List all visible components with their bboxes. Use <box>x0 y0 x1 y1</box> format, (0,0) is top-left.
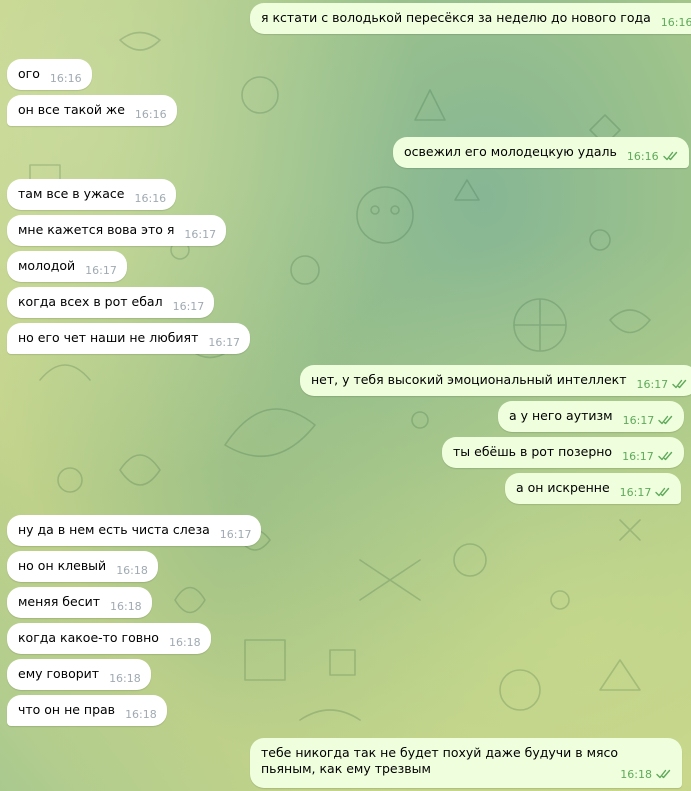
message-bubble-incoming[interactable]: когда всех в рот ебал 16:17 <box>7 287 215 318</box>
message-meta: 16:16 <box>627 151 679 163</box>
message-bubble-outgoing[interactable]: а он искренне 16:17 <box>505 473 682 504</box>
message-bubble-incoming[interactable]: мне кажется вова это я 16:17 <box>7 215 227 246</box>
message-time: 16:18 <box>109 672 141 685</box>
message-time: 16:16 <box>49 72 82 85</box>
message-bubble-incoming[interactable]: там все в ужасе 16:16 <box>7 179 177 210</box>
message-meta: 16:17 <box>636 379 688 391</box>
message-text: он все такой же <box>18 102 125 117</box>
message-bubble-outgoing[interactable]: освежил его молодецкую удаль 16:16 <box>393 137 689 168</box>
message-text: освежил его молодецкую удаль <box>404 144 617 159</box>
message-bubble-outgoing[interactable]: ты ебёшь в рот позерно 16:17 <box>442 437 684 468</box>
message-meta: 16:16 <box>135 109 167 121</box>
message-text: там все в ужасе <box>18 186 125 201</box>
message-time: 16:18 <box>109 600 142 613</box>
message-meta: 16:18 <box>116 565 148 577</box>
message-bubble-outgoing[interactable]: нет, у тебя высокий эмоциональный интелл… <box>300 365 691 396</box>
message-meta: 16:17 <box>220 529 252 541</box>
message-meta: 16:18 <box>125 709 157 721</box>
message-time: 16:17 <box>636 378 669 391</box>
message-time: 16:17 <box>172 300 205 313</box>
double-check-icon <box>655 487 670 497</box>
message-time: 16:16 <box>134 108 167 121</box>
message-meta: 16:17 <box>85 265 117 277</box>
double-check-icon <box>656 769 671 779</box>
message-time: 16:16 <box>660 16 691 29</box>
message-bubble-incoming[interactable]: ого 16:16 <box>7 59 92 90</box>
message-meta: 16:17 <box>623 415 675 427</box>
message-bubble-incoming[interactable]: но его чет наши не любият 16:17 <box>7 323 251 354</box>
message-text: тебе никогда так не будет похуй даже буд… <box>261 745 619 776</box>
message-bubble-outgoing[interactable]: тебе никогда так не будет похуй даже буд… <box>250 738 682 788</box>
message-text: ему говорит <box>18 666 100 681</box>
message-time: 16:18 <box>125 708 157 721</box>
message-text: ты ебёшь в рот позерно <box>453 444 613 459</box>
message-time: 16:17 <box>622 450 654 463</box>
message-time: 16:16 <box>134 192 167 205</box>
message-time: 16:17 <box>619 486 652 499</box>
message-bubble-incoming[interactable]: молодой 16:17 <box>7 251 127 282</box>
message-bubble-incoming[interactable]: что он не прав 16:18 <box>7 695 167 726</box>
message-bubble-incoming[interactable]: ему говорит 16:18 <box>7 659 151 690</box>
double-check-icon <box>658 451 672 461</box>
message-meta: 16:17 <box>622 451 674 463</box>
message-text: а он искренне <box>516 480 610 495</box>
message-text: нет, у тебя высокий эмоциональный интелл… <box>311 372 627 387</box>
double-check-icon <box>672 379 687 389</box>
message-text: мне кажется вова это я <box>18 222 175 237</box>
message-text: но он клевый <box>18 558 107 573</box>
message-time: 16:17 <box>219 528 252 541</box>
message-text: ого <box>18 66 40 81</box>
message-text: ну да в нем есть чиста слеза <box>18 522 210 537</box>
message-text: молодой <box>18 258 76 273</box>
message-meta: 16:18 <box>620 769 672 781</box>
message-text: когда всех в рот ебал <box>18 294 163 309</box>
message-list[interactable]: я кстати с володькой пересёкся за неделю… <box>0 0 691 791</box>
message-text: когда какое-то говно <box>18 630 159 645</box>
message-bubble-outgoing[interactable]: а у него аутизм 16:17 <box>498 401 685 432</box>
message-bubble-incoming[interactable]: но он клевый 16:18 <box>7 551 158 582</box>
message-meta: 16:16 <box>661 17 691 29</box>
message-time: 16:18 <box>620 768 652 781</box>
message-time: 16:16 <box>626 150 659 163</box>
message-text: я кстати с володькой пересёкся за неделю… <box>261 10 651 25</box>
message-time: 16:17 <box>85 264 117 277</box>
message-bubble-outgoing[interactable]: я кстати с володькой пересёкся за неделю… <box>250 3 691 34</box>
message-meta: 16:16 <box>134 193 166 205</box>
message-text: что он не прав <box>18 702 116 717</box>
message-time: 16:17 <box>622 414 655 427</box>
message-time: 16:17 <box>184 228 217 241</box>
message-time: 16:18 <box>116 564 148 577</box>
message-bubble-incoming[interactable]: ну да в нем есть чиста слеза 16:17 <box>7 515 262 546</box>
message-bubble-incoming[interactable]: когда какое-то говно 16:18 <box>7 623 211 654</box>
message-meta: 16:17 <box>173 301 205 313</box>
message-text: а у него аутизм <box>509 408 613 423</box>
double-check-icon <box>662 151 677 161</box>
message-meta: 16:17 <box>208 337 240 349</box>
message-meta: 16:18 <box>109 673 141 685</box>
message-meta: 16:18 <box>169 637 201 649</box>
message-bubble-incoming[interactable]: меняя бесит 16:18 <box>7 587 152 618</box>
message-meta: 16:17 <box>620 487 672 499</box>
message-text: но его чет наши не любият <box>18 330 199 345</box>
message-bubble-incoming[interactable]: он все такой же 16:16 <box>7 95 177 126</box>
message-meta: 16:16 <box>50 73 82 85</box>
double-check-icon <box>658 415 673 425</box>
message-time: 16:18 <box>168 636 201 649</box>
message-time: 16:17 <box>208 336 241 349</box>
message-text: меняя бесит <box>18 594 100 609</box>
message-meta: 16:17 <box>184 229 216 241</box>
message-meta: 16:18 <box>110 601 142 613</box>
